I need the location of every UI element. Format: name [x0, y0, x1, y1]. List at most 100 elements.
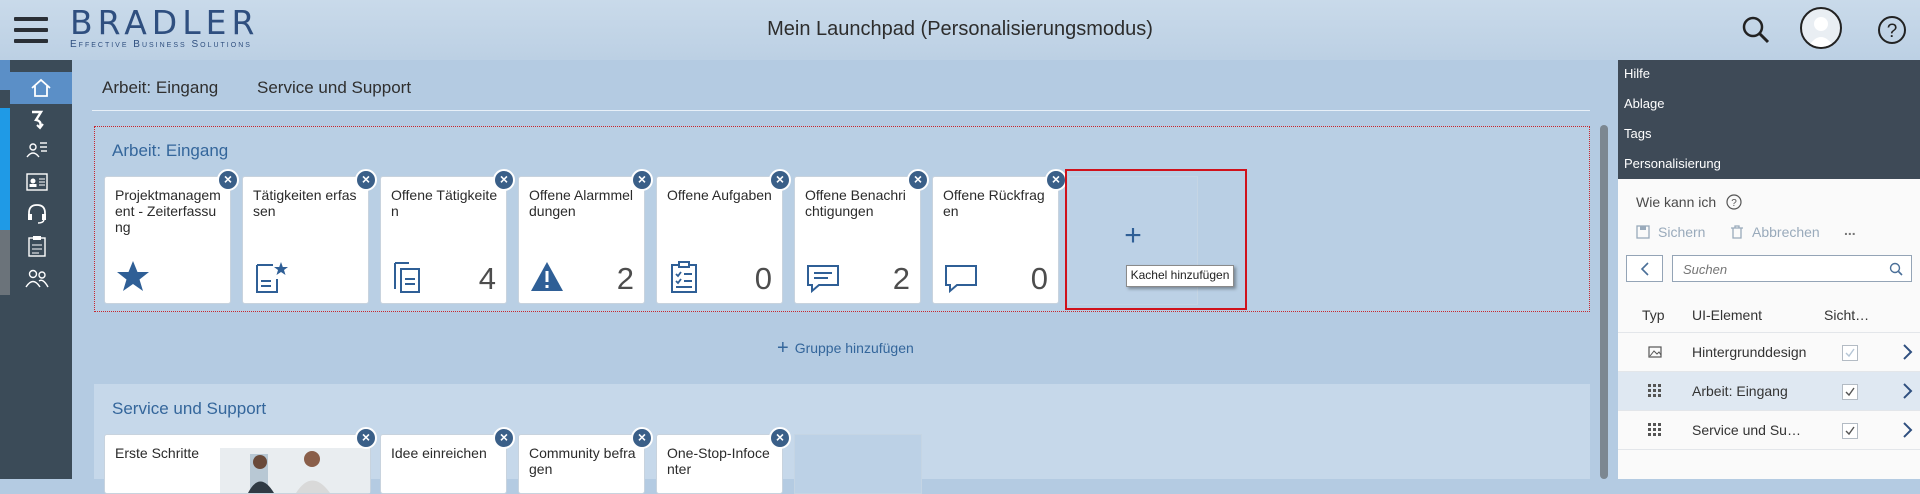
- tile-idee-einreichen[interactable]: Idee einreichen: [380, 434, 507, 494]
- menu-item-ablage[interactable]: Ablage: [1624, 96, 1664, 111]
- visibility-checkbox[interactable]: [1842, 384, 1858, 400]
- help-icon[interactable]: ?: [1870, 8, 1914, 52]
- group-title[interactable]: Arbeit: Eingang: [112, 141, 228, 161]
- search-input[interactable]: [1681, 261, 1865, 278]
- nav-refresh[interactable]: [14, 104, 60, 134]
- user-avatar[interactable]: [1800, 7, 1842, 49]
- remove-tile-button[interactable]: ×: [769, 427, 791, 449]
- search-icon[interactable]: [1734, 8, 1778, 52]
- plus-icon: +: [777, 337, 789, 359]
- panel-menu: Hilfe Ablage Tags Personalisierung: [1618, 60, 1920, 179]
- tile-count: 0: [1030, 261, 1048, 296]
- nav-support[interactable]: [14, 199, 60, 229]
- menu-item-hilfe[interactable]: Hilfe: [1624, 66, 1650, 81]
- nav-team[interactable]: [14, 263, 60, 293]
- remove-tile-button[interactable]: ×: [355, 169, 377, 191]
- remove-tile-button[interactable]: ×: [769, 169, 791, 191]
- tile-count: 0: [754, 261, 772, 296]
- tile-title: Offene Benachrichtigungen: [805, 187, 906, 219]
- tile-offene-alarmmeldungen[interactable]: Offene Alarmmeldungen 2: [518, 176, 645, 304]
- tile-community-befragen[interactable]: Community befragen: [518, 434, 645, 494]
- tab-arbeit-eingang[interactable]: Arbeit: Eingang: [102, 78, 218, 98]
- tile-offene-rueckfragen[interactable]: Offene Rückfragen 0: [932, 176, 1059, 304]
- tile-offene-aufgaben[interactable]: Offene Aufgaben 0: [656, 176, 783, 304]
- clipboard-icon: [28, 236, 46, 257]
- table-row[interactable]: Service und Su…: [1618, 411, 1920, 450]
- save-button[interactable]: Sichern: [1636, 224, 1705, 240]
- column-header-sichtbar[interactable]: Sicht…: [1824, 307, 1869, 323]
- back-button[interactable]: [1626, 255, 1663, 282]
- user-list-icon: [26, 142, 47, 158]
- main-scrollbar[interactable]: [1600, 125, 1608, 479]
- table-row[interactable]: Hintergrunddesign: [1618, 333, 1920, 372]
- panel-body: Wie kann ich ? Sichern Abbrechen ... Typ…: [1618, 179, 1920, 479]
- nav-home[interactable]: [10, 72, 72, 104]
- add-tile-button[interactable]: [794, 434, 922, 494]
- remove-tile-button[interactable]: ×: [907, 169, 929, 191]
- menu-item-personalisierung[interactable]: Personalisierung: [1624, 156, 1721, 171]
- checklist-icon: [671, 261, 697, 293]
- visibility-checkbox[interactable]: [1842, 423, 1858, 439]
- headset-icon: [28, 204, 46, 224]
- nav-color-strip: [0, 60, 10, 295]
- remove-tile-button[interactable]: ×: [1045, 169, 1067, 191]
- visibility-checkbox[interactable]: [1842, 345, 1858, 361]
- remove-tile-button[interactable]: ×: [493, 427, 515, 449]
- panel-search-field[interactable]: [1672, 255, 1912, 282]
- tile-count: 2: [616, 261, 634, 296]
- save-label: Sichern: [1658, 224, 1706, 240]
- speech-bubble-icon: [945, 265, 977, 294]
- warning-icon: [531, 262, 563, 291]
- remove-tile-button[interactable]: ×: [217, 169, 239, 191]
- remove-tile-button[interactable]: ×: [631, 169, 653, 191]
- remove-tile-button[interactable]: ×: [493, 169, 515, 191]
- chevron-right-icon[interactable]: [1899, 343, 1917, 361]
- tile-title: Projektmanagement - Zeiterfassung: [115, 187, 221, 235]
- tile-offene-benachrichtigungen[interactable]: Offene Benachrichtigungen 2: [794, 176, 921, 304]
- cancel-button[interactable]: Abbrechen: [1730, 224, 1820, 240]
- add-group-label: Gruppe hinzufügen: [794, 340, 914, 356]
- column-header-typ[interactable]: Typ: [1642, 307, 1665, 323]
- nav-user-list[interactable]: [14, 135, 60, 165]
- table-row[interactable]: Arbeit: Eingang: [1618, 372, 1920, 411]
- svg-text:?: ?: [1731, 198, 1737, 209]
- save-icon: [1636, 225, 1650, 239]
- nav-contact-card[interactable]: [14, 167, 60, 197]
- left-navigation: [0, 60, 72, 479]
- search-icon[interactable]: [1889, 262, 1903, 276]
- help-text: Wie kann ich: [1636, 194, 1717, 210]
- help-link[interactable]: Wie kann ich ?: [1636, 194, 1742, 210]
- add-group-button[interactable]: + Gruppe hinzufügen: [777, 337, 914, 359]
- tile-title: Offene Aufgaben: [667, 187, 772, 203]
- help-circle-icon: ?: [1726, 194, 1742, 210]
- chevron-right-icon[interactable]: [1899, 421, 1917, 439]
- tile-count: 4: [478, 261, 496, 296]
- column-header-ui-element[interactable]: UI-Element: [1692, 307, 1762, 323]
- cancel-label: Abbrechen: [1752, 224, 1820, 240]
- documents-icon: [394, 262, 420, 293]
- tile-title: Community befragen: [529, 445, 636, 477]
- tile-count: 2: [892, 261, 910, 296]
- tile-taetigkeiten-erfassen[interactable]: Tätigkeiten erfassen: [242, 176, 369, 304]
- home-icon: [31, 78, 51, 97]
- tab-service-und-support[interactable]: Service und Support: [257, 78, 411, 98]
- table-header: Typ UI-Element Sicht…: [1618, 296, 1920, 333]
- tile-projektmanagement[interactable]: Projektmanagement - Zeiterfassung: [104, 176, 231, 304]
- remove-tile-button[interactable]: ×: [631, 427, 653, 449]
- tab-divider: [92, 110, 1590, 111]
- checkmark-icon: [1845, 348, 1855, 358]
- tile-title: One-Stop-Infocenter: [667, 445, 770, 477]
- ui-element-label: Arbeit: Eingang: [1692, 383, 1788, 399]
- menu-item-tags[interactable]: Tags: [1624, 126, 1651, 141]
- tile-title: Offene Rückfragen: [943, 187, 1045, 219]
- tile-offene-taetigkeiten[interactable]: Offene Tätigkeiten 4: [380, 176, 507, 304]
- chevron-right-icon[interactable]: [1899, 382, 1917, 400]
- tile-one-stop-infocenter[interactable]: One-Stop-Infocenter: [656, 434, 783, 494]
- shell-header: BRADLER Effective Business Solutions Mei…: [0, 0, 1920, 60]
- more-options-button[interactable]: ...: [1844, 222, 1856, 238]
- checkmark-icon: [1845, 387, 1855, 397]
- tile-erste-schritte[interactable]: Erste Schritte: [104, 434, 371, 494]
- nav-tasks[interactable]: [14, 231, 60, 261]
- chevron-left-icon: [1640, 261, 1649, 276]
- group-title[interactable]: Service und Support: [112, 399, 266, 419]
